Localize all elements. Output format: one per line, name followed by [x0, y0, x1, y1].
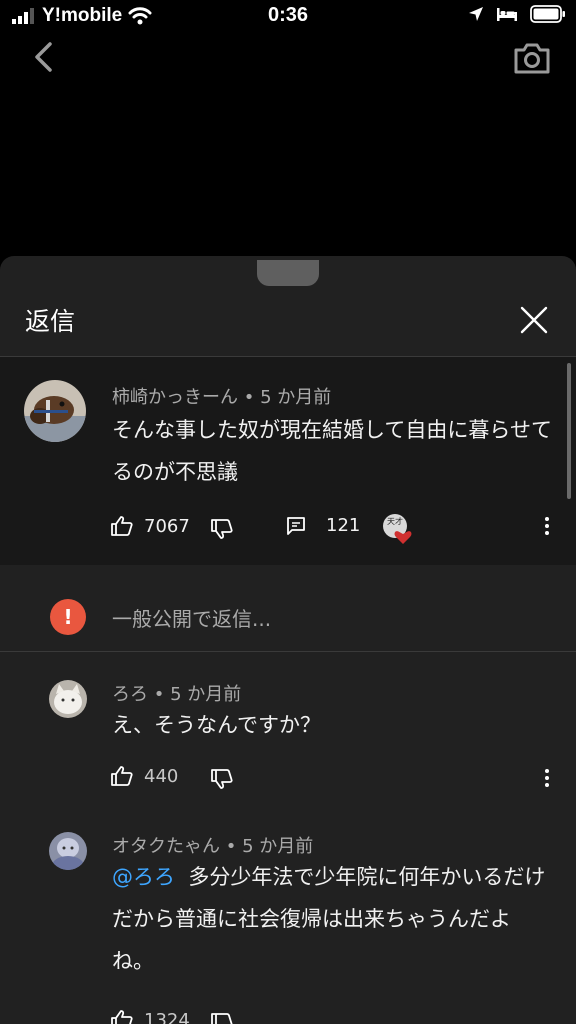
mention-link[interactable]: @ろろ — [112, 865, 175, 889]
scrollbar[interactable] — [567, 363, 571, 499]
more-options-button[interactable] — [537, 514, 557, 542]
comment-age: 5 か月前 — [260, 387, 332, 408]
like-button[interactable]: 7067 — [110, 514, 190, 538]
comment-age: 5 か月前 — [170, 684, 242, 705]
thumbs-up-icon — [111, 1010, 133, 1024]
author-name[interactable]: オタクたゃん — [112, 836, 220, 857]
comment-text: え、そうなんですか？ — [112, 713, 321, 737]
comment-age: 5 か月前 — [242, 836, 314, 857]
creator-heart-badge-text: 天才 — [387, 517, 403, 526]
thumbs-down-icon — [211, 769, 233, 789]
thumbs-up-icon — [111, 766, 133, 786]
reply-input[interactable]: ! 一般公開で返信... — [0, 565, 576, 652]
replies-button[interactable]: 121 — [286, 515, 360, 536]
comment-text: @ろろ 多分少年法で少年院に何年かいるだけだから普通に社会復帰は出来ちゃうんだよ… — [112, 856, 552, 982]
comment-meta: オタクたゃん • 5 か月前 — [112, 832, 313, 858]
close-icon — [520, 306, 548, 334]
dislike-button[interactable] — [210, 517, 234, 541]
camera-button[interactable] — [512, 38, 552, 78]
chevron-left-icon — [35, 42, 52, 72]
status-right — [468, 5, 566, 23]
camera-icon — [514, 43, 550, 74]
meta-separator: • — [225, 836, 237, 857]
avatar[interactable] — [49, 832, 87, 870]
like-count: 1324 — [144, 1009, 190, 1024]
back-button[interactable] — [28, 38, 64, 78]
location-arrow-icon — [469, 7, 483, 21]
user-avatar-badge: ! — [50, 599, 86, 635]
dislike-button[interactable] — [210, 1011, 234, 1024]
author-name[interactable]: ろろ — [112, 684, 148, 705]
like-count: 440 — [144, 765, 179, 787]
thumbs-down-icon — [211, 1013, 233, 1024]
sheet-title: 返信 — [25, 307, 76, 336]
horse-avatar-image — [24, 380, 86, 442]
reply-count: 121 — [326, 515, 361, 536]
bed-sleep-icon — [497, 8, 517, 21]
cat-avatar-image — [49, 680, 87, 718]
sheet-header: 返信 — [0, 286, 576, 357]
battery-icon — [530, 5, 565, 23]
avatar[interactable] — [49, 680, 87, 718]
list-item: ろろ • 5 か月前 え、そうなんですか？ 440 — [0, 652, 576, 804]
dislike-button[interactable] — [210, 767, 234, 791]
status-bar: Y!mobile 0:36 — [0, 0, 576, 32]
list-item: オタクたゃん • 5 か月前 @ろろ 多分少年法で少年院に何年かいるだけだから普… — [0, 804, 576, 1024]
more-options-button[interactable] — [537, 766, 557, 794]
like-button[interactable]: 440 — [110, 764, 178, 788]
avatar[interactable] — [24, 380, 86, 442]
thumbs-down-icon — [211, 519, 233, 539]
like-button[interactable]: 1324 — [110, 1008, 190, 1024]
creator-heart-badge: 天才 — [382, 513, 414, 545]
video-top-bar — [0, 36, 576, 80]
comment-meta: 柿崎かっきーん • 5 か月前 — [112, 383, 331, 409]
close-button[interactable] — [518, 304, 550, 336]
comment-meta: ろろ • 5 か月前 — [112, 680, 241, 706]
parent-comment: 柿崎かっきーん • 5 か月前 そんな事した奴が現在結婚して自由に暮らせてるのが… — [0, 357, 576, 565]
meta-separator: • — [153, 684, 165, 705]
like-count: 7067 — [144, 515, 190, 537]
author-name[interactable]: 柿崎かっきーん — [112, 387, 238, 408]
comment-text: そんな事した奴が現在結婚して自由に暮らせてるのが不思議 — [112, 418, 552, 484]
character-avatar-image — [49, 832, 87, 870]
comment-body: 多分少年法で少年院に何年かいるだけだから普通に社会復帰は出来ちゃうんだよね。 — [112, 865, 546, 973]
sheet-drag-handle[interactable] — [257, 260, 319, 286]
reply-placeholder: 一般公開で返信... — [112, 607, 272, 631]
replies-sheet: 返信 柿崎かっきーん • 5 か月前 そんな事した奴が現在結婚して自由に暮らせて… — [0, 256, 576, 1024]
comment-icon — [287, 516, 305, 535]
thumbs-up-icon — [111, 516, 133, 536]
meta-separator: • — [243, 387, 255, 408]
